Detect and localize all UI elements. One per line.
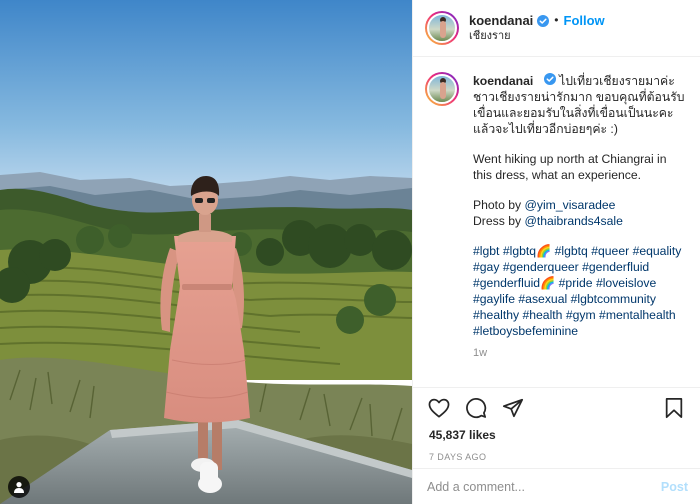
like-count[interactable]: 45,837 likes	[413, 428, 700, 442]
caption-body: koendanai ไปเที่ยวเชียงรายมาค่ะ ชาวเชียง…	[473, 73, 686, 361]
bookmark-icon	[665, 397, 683, 419]
dress-by-label: Dress by	[473, 214, 522, 228]
hashtag-link[interactable]: #letboysbefeminine	[473, 324, 578, 338]
hashtag-link[interactable]: #mentalhealth	[599, 308, 676, 322]
caption-username[interactable]: koendanai	[473, 74, 533, 88]
action-bar	[413, 388, 700, 428]
heart-icon	[428, 398, 450, 418]
header-username[interactable]: koendanai	[469, 13, 533, 29]
photo-by-label: Photo by	[473, 198, 522, 212]
caption-time-ago: 1w	[473, 347, 488, 359]
person-icon	[14, 482, 24, 493]
verified-badge-icon	[537, 14, 550, 27]
header-text: koendanai • Follow เชียงราย	[469, 13, 605, 44]
comment-input[interactable]	[427, 479, 661, 494]
hashtag-link[interactable]: #genderfluid🌈	[473, 276, 555, 290]
hashtag-link[interactable]: #gay	[473, 260, 499, 274]
comment-bubble-icon	[466, 398, 487, 419]
instagram-post-modal: koendanai • Follow เชียงราย koendanai ไป…	[0, 0, 700, 504]
hashtag-link[interactable]: #pride	[559, 276, 593, 290]
post-details-panel: koendanai • Follow เชียงราย koendanai ไป…	[412, 0, 700, 504]
caption-avatar-image	[427, 74, 457, 104]
post-photo[interactable]	[0, 0, 412, 504]
hashtag-link[interactable]: #lgbtq	[555, 244, 588, 258]
avatar[interactable]	[425, 11, 459, 45]
location-link[interactable]: เชียงราย	[469, 30, 605, 44]
caption: koendanai ไปเที่ยวเชียงรายมาค่ะ ชาวเชียง…	[425, 72, 686, 361]
tagged-users-button[interactable]	[8, 476, 30, 498]
hashtag-link[interactable]: #loveislove	[596, 276, 656, 290]
hashtag-link[interactable]: #asexual	[518, 292, 567, 306]
hashtag-link[interactable]: #gaylife	[473, 292, 515, 306]
post-date: 7 DAYS AGO	[429, 452, 487, 462]
hashtag-link[interactable]: #health	[522, 308, 562, 322]
hashtag-link[interactable]: #gym	[566, 308, 596, 322]
photographer-mention[interactable]: @yim_visaradee	[525, 198, 616, 212]
hashtag-link[interactable]: #lgbtq🌈	[503, 244, 551, 258]
post-image	[0, 0, 412, 504]
hashtag-link[interactable]: #queer	[591, 244, 629, 258]
hashtag-link[interactable]: #lgbtcommunity	[571, 292, 656, 306]
caption-avatar[interactable]	[425, 72, 459, 106]
hashtag-link[interactable]: #healthy	[473, 308, 519, 322]
post-actions-area: 45,837 likes 7 DAYS AGO	[413, 387, 700, 462]
hashtag-link[interactable]: #lgbt	[473, 244, 499, 258]
hashtag-link[interactable]: #genderqueer	[503, 260, 579, 274]
hashtag-list: #lgbt #lgbtq🌈 #lgbtq #queer #equality #g…	[473, 243, 686, 339]
caption-english-text: Went hiking up north at Chiangrai in thi…	[473, 152, 667, 182]
add-comment-bar: Post	[413, 468, 700, 504]
save-button[interactable]	[660, 394, 688, 422]
comments-section[interactable]: koendanai ไปเที่ยวเชียงรายมาค่ะ ชาวเชียง…	[413, 57, 700, 387]
brand-mention[interactable]: @thaibrands4sale	[524, 214, 622, 228]
follow-button[interactable]: Follow	[564, 13, 605, 29]
hashtag-link[interactable]: #genderfluid	[582, 260, 649, 274]
post-header: koendanai • Follow เชียงราย	[413, 0, 700, 57]
comment-button[interactable]	[462, 394, 490, 422]
like-button[interactable]	[425, 394, 453, 422]
avatar-image	[427, 13, 457, 43]
paper-plane-icon	[502, 398, 524, 418]
header-separator: •	[554, 13, 559, 28]
hashtag-link[interactable]: #equality	[633, 244, 682, 258]
post-comment-button[interactable]: Post	[661, 480, 688, 494]
caption-verified-badge-icon	[543, 73, 556, 85]
share-button[interactable]	[499, 394, 527, 422]
